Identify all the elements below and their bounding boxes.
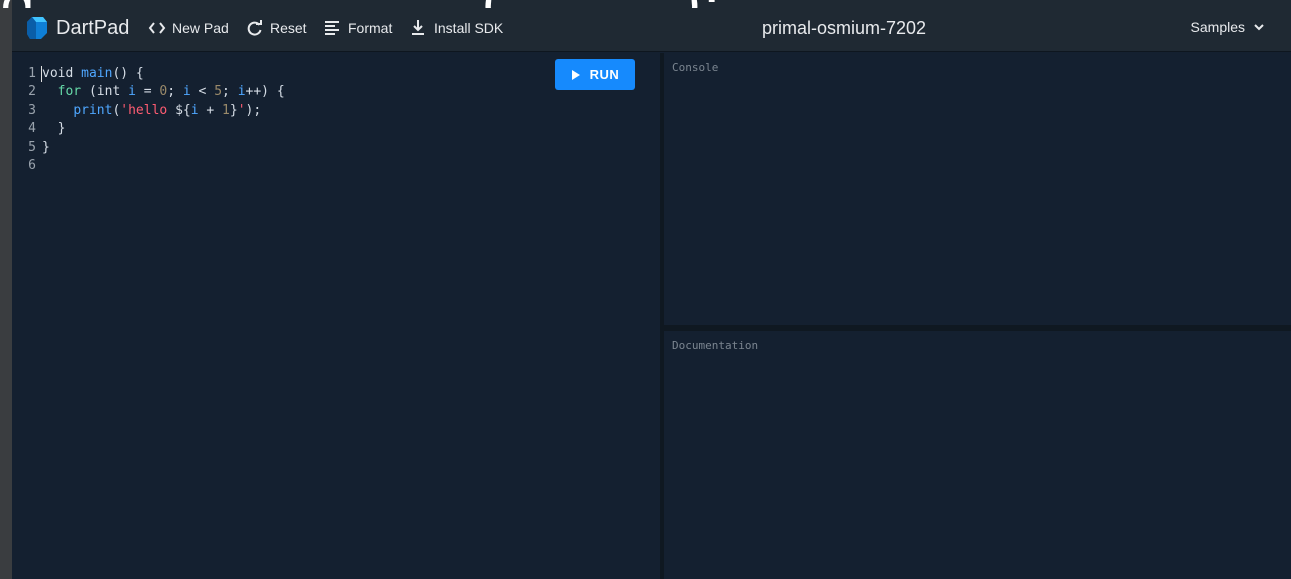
console-label: Console [672,61,719,74]
pad-name: primal-osmium-7202 [762,18,927,38]
brand-title[interactable]: DartPad [56,17,129,39]
samples-dropdown[interactable]: Samples [1191,19,1265,35]
run-label: RUN [589,67,620,82]
code-line[interactable] [42,157,285,175]
refresh-icon [247,20,262,36]
dartpad-app: DartPad New Pad Reset Format Install SDK… [12,0,1291,579]
new-pad-button[interactable]: New Pad [148,19,229,37]
code-editor[interactable]: 1 2 3 4 5 6 void main() { for (int i = 0; i <… [12,53,660,579]
documentation-panel: Documentation [664,331,1291,579]
code-token: ++) { [245,84,285,100]
code-token: 1 [222,102,230,118]
format-button[interactable]: Format [324,19,392,37]
format-label: Format [348,20,393,36]
code-token: print [73,102,113,118]
documentation-label: Documentation [672,339,759,352]
console-panel: Console [664,53,1291,325]
code-token: < [190,84,215,100]
code-token: for [57,84,82,100]
code-line[interactable]: void main() { [42,65,285,83]
code-token: } [229,102,238,118]
code-line[interactable]: print('hello ${i + 1}'); [42,102,285,120]
text-cursor [41,66,42,82]
line-number: 2 [28,84,36,100]
chevron-down-icon [1254,24,1264,31]
code-token: (int [81,84,129,100]
code-token: main [81,66,113,81]
install-sdk-button[interactable]: Install SDK [410,19,503,37]
code-brackets-icon [148,22,166,34]
code-token: ' [237,102,246,118]
install-sdk-label: Install SDK [434,20,504,36]
code-token: ); [245,102,262,118]
code-token: ; [167,84,183,100]
run-button[interactable]: RUN [555,59,635,90]
code-token: = [135,84,160,100]
samples-label: Samples [1190,19,1245,35]
code-token: i [182,84,191,100]
code-token: } [42,139,50,155]
reset-label: Reset [270,20,307,36]
overlay-text: g ( ); [0,0,1291,8]
line-number: 4 [28,121,36,137]
code-token: ; [222,84,238,100]
code-line[interactable]: } [42,120,285,138]
line-number-gutter: 1 2 3 4 5 6 [12,65,36,175]
reset-button[interactable]: Reset [246,19,307,37]
code-token: i [190,102,199,118]
code-token: () { [112,66,144,81]
code-content[interactable]: void main() { for (int i = 0; i < 5; i++… [42,65,285,175]
line-number: 5 [28,139,36,155]
download-icon [412,20,424,35]
code-token: i [128,84,136,100]
code-token: } [42,121,66,137]
code-token: 5 [214,84,223,100]
code-token: 'hello [120,102,176,118]
code-token: ${ [175,102,191,118]
code-line[interactable]: for (int i = 0; i < 5; i++) { [42,83,285,101]
code-token: void [42,66,82,81]
line-number: 3 [28,102,36,118]
format-lines-icon [325,21,339,35]
code-token: i [237,84,246,100]
line-number: 6 [28,158,36,174]
code-token: + [198,102,223,118]
code-line[interactable]: } [42,139,285,157]
dart-logo-icon [27,17,47,39]
new-pad-label: New Pad [172,20,229,36]
play-icon [571,69,580,80]
line-number: 1 [28,66,36,81]
